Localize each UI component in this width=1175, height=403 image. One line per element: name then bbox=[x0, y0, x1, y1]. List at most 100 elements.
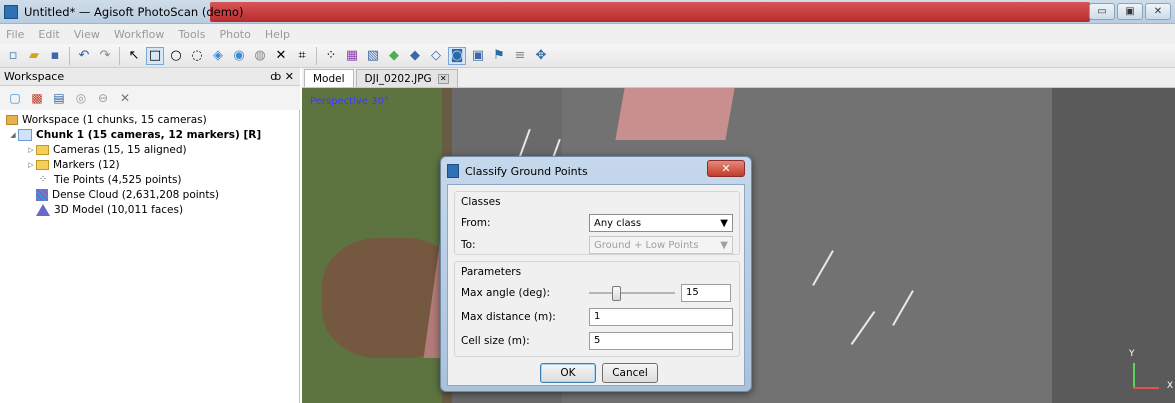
parameters-group-title: Parameters bbox=[461, 266, 522, 278]
textured-model-icon[interactable]: ◆ bbox=[406, 47, 424, 65]
workspace-toolbar: ▢ ▩ ▤ ◎ ⊖ ✕ bbox=[0, 86, 300, 110]
menu-tools[interactable]: Tools bbox=[178, 28, 205, 41]
show-images-icon[interactable]: ▣ bbox=[469, 47, 487, 65]
workspace-header: Workspace ȸ ✕ bbox=[0, 68, 300, 86]
to-select-value: Ground + Low Points bbox=[594, 239, 699, 251]
redo-icon[interactable]: ↷ bbox=[96, 47, 114, 65]
free-form-selection-icon[interactable]: ◌ bbox=[188, 47, 206, 65]
ok-button[interactable]: OK bbox=[540, 363, 596, 383]
y-axis-label: Y bbox=[1129, 349, 1135, 359]
menu-help[interactable]: Help bbox=[265, 28, 290, 41]
wireframe-model-icon[interactable]: ◇ bbox=[427, 47, 445, 65]
max-angle-slider[interactable] bbox=[589, 284, 675, 302]
add-chunk-icon[interactable]: ▢ bbox=[6, 89, 24, 107]
from-row: From: Any class ▼ bbox=[461, 214, 733, 232]
title-bar[interactable]: Untitled* — Agisoft PhotoScan (demo) ▭ ▣… bbox=[0, 0, 1175, 24]
max-distance-row: Max distance (m): 1 bbox=[461, 308, 733, 326]
rectangle-selection-icon[interactable]: □ bbox=[146, 46, 164, 65]
toolbar-separator bbox=[316, 46, 317, 65]
tree-item-label: 3D Model (10,011 faces) bbox=[54, 203, 184, 216]
dialog-close-button[interactable]: ✕ bbox=[707, 160, 745, 177]
cancel-button[interactable]: Cancel bbox=[602, 363, 658, 383]
chevron-down-icon: ▼ bbox=[720, 217, 728, 229]
save-icon[interactable]: ▪ bbox=[46, 47, 64, 65]
from-select-value: Any class bbox=[594, 217, 642, 229]
resize-region-icon[interactable]: ◈ bbox=[209, 47, 227, 65]
minimize-button[interactable]: ▭ bbox=[1089, 3, 1115, 20]
show-markers-icon[interactable]: ⚑ bbox=[490, 47, 508, 65]
from-select[interactable]: Any class ▼ bbox=[589, 214, 733, 232]
tree-item-3d-model[interactable]: 3D Model (10,011 faces) bbox=[0, 202, 299, 217]
rotate-region-icon[interactable]: ◉ bbox=[230, 47, 248, 65]
x-axis-line bbox=[1133, 387, 1159, 389]
new-icon[interactable]: ▫ bbox=[4, 47, 22, 65]
building-roof bbox=[615, 88, 735, 140]
point-cloud-icon[interactable]: ⁘ bbox=[322, 47, 340, 65]
close-window-button[interactable]: ✕ bbox=[1145, 3, 1171, 20]
workspace-tree[interactable]: Workspace (1 chunks, 15 cameras) ◢ Chunk… bbox=[0, 110, 300, 403]
tree-item-dense-cloud[interactable]: Dense Cloud (2,631,208 points) bbox=[0, 187, 299, 202]
cell-size-field[interactable]: 5 bbox=[589, 332, 733, 350]
show-cameras-icon[interactable]: ◙ bbox=[448, 46, 466, 65]
title-bar-overlay bbox=[210, 2, 1090, 22]
to-select[interactable]: Ground + Low Points ▼ bbox=[589, 236, 733, 254]
shaded-model-icon[interactable]: ▧ bbox=[364, 47, 382, 65]
reset-view-icon[interactable]: ✥ bbox=[532, 47, 550, 65]
expand-arrow-icon[interactable]: ▷ bbox=[26, 146, 36, 154]
menu-file[interactable]: File bbox=[6, 28, 24, 41]
model-icon bbox=[36, 203, 50, 216]
tree-item-markers[interactable]: ▷ Markers (12) bbox=[0, 157, 299, 172]
navigation-icon[interactable]: ↖ bbox=[125, 47, 143, 65]
delete-selection-icon[interactable]: ✕ bbox=[272, 47, 290, 65]
toolbar-separator bbox=[119, 46, 120, 65]
undo-icon[interactable]: ↶ bbox=[75, 47, 93, 65]
window-title: Untitled* — Agisoft PhotoScan (demo) bbox=[24, 5, 244, 19]
classes-group: Classes From: Any class ▼ To: Ground + L… bbox=[454, 191, 740, 255]
tree-item-label: Chunk 1 (15 cameras, 12 markers) [R] bbox=[36, 128, 262, 141]
disable-icon[interactable]: ⊖ bbox=[94, 89, 112, 107]
chunk-icon bbox=[18, 128, 32, 141]
tree-item-cameras[interactable]: ▷ Cameras (15, 15 aligned) bbox=[0, 142, 299, 157]
classes-group-title: Classes bbox=[461, 196, 501, 208]
max-angle-field[interactable]: 15 bbox=[681, 284, 731, 302]
expand-arrow-icon[interactable]: ▷ bbox=[26, 161, 36, 169]
slider-thumb[interactable] bbox=[612, 286, 621, 301]
cell-size-row: Cell size (m): 5 bbox=[461, 332, 733, 350]
tree-item-workspace[interactable]: Workspace (1 chunks, 15 cameras) bbox=[0, 112, 299, 127]
menu-view[interactable]: View bbox=[74, 28, 100, 41]
tab-model[interactable]: Model bbox=[304, 69, 354, 87]
rotate-object-icon[interactable]: ◍ bbox=[251, 47, 269, 65]
tree-item-chunk[interactable]: ◢ Chunk 1 (15 cameras, 12 markers) [R] bbox=[0, 127, 299, 142]
menu-edit[interactable]: Edit bbox=[38, 28, 59, 41]
show-shapes-icon[interactable]: ≡ bbox=[511, 47, 529, 65]
tree-item-label: Dense Cloud (2,631,208 points) bbox=[52, 188, 220, 201]
parameters-group: Parameters Max angle (deg): 15 Max dista… bbox=[454, 261, 740, 357]
remove-items-icon[interactable]: ✕ bbox=[116, 89, 134, 107]
dialog-title-bar[interactable]: Classify Ground Points bbox=[447, 162, 588, 180]
restore-button[interactable]: ▣ bbox=[1117, 3, 1143, 20]
menu-workflow[interactable]: Workflow bbox=[114, 28, 165, 41]
collapse-arrow-icon[interactable]: ◢ bbox=[8, 131, 18, 139]
circle-selection-icon[interactable]: ○ bbox=[167, 47, 185, 65]
dense-cloud-icon[interactable]: ▦ bbox=[343, 47, 361, 65]
slider-track bbox=[589, 292, 675, 294]
add-folder-icon[interactable]: ▤ bbox=[50, 89, 68, 107]
folder-icon bbox=[36, 159, 49, 170]
open-icon[interactable]: ▰ bbox=[25, 47, 43, 65]
folder-icon bbox=[36, 144, 49, 155]
dense-cloud-icon bbox=[36, 188, 48, 201]
workspace-pane-controls[interactable]: ȸ ✕ bbox=[270, 70, 294, 83]
tab-photo[interactable]: DJI_0202.JPG ✕ bbox=[355, 69, 458, 87]
tree-item-tie-points[interactable]: ⁘ Tie Points (4,525 points) bbox=[0, 172, 299, 187]
tree-item-label: Markers (12) bbox=[53, 158, 120, 171]
add-photos-icon[interactable]: ▩ bbox=[28, 89, 46, 107]
max-distance-field[interactable]: 1 bbox=[589, 308, 733, 326]
tie-points-icon: ⁘ bbox=[38, 173, 48, 185]
solid-model-icon[interactable]: ◆ bbox=[385, 47, 403, 65]
menu-photo[interactable]: Photo bbox=[219, 28, 250, 41]
crop-selection-icon[interactable]: ⌗ bbox=[293, 47, 311, 65]
enable-icon[interactable]: ◎ bbox=[72, 89, 90, 107]
close-tab-icon[interactable]: ✕ bbox=[437, 73, 449, 84]
workspace-icon bbox=[6, 114, 18, 125]
tab-label: Model bbox=[313, 72, 345, 85]
